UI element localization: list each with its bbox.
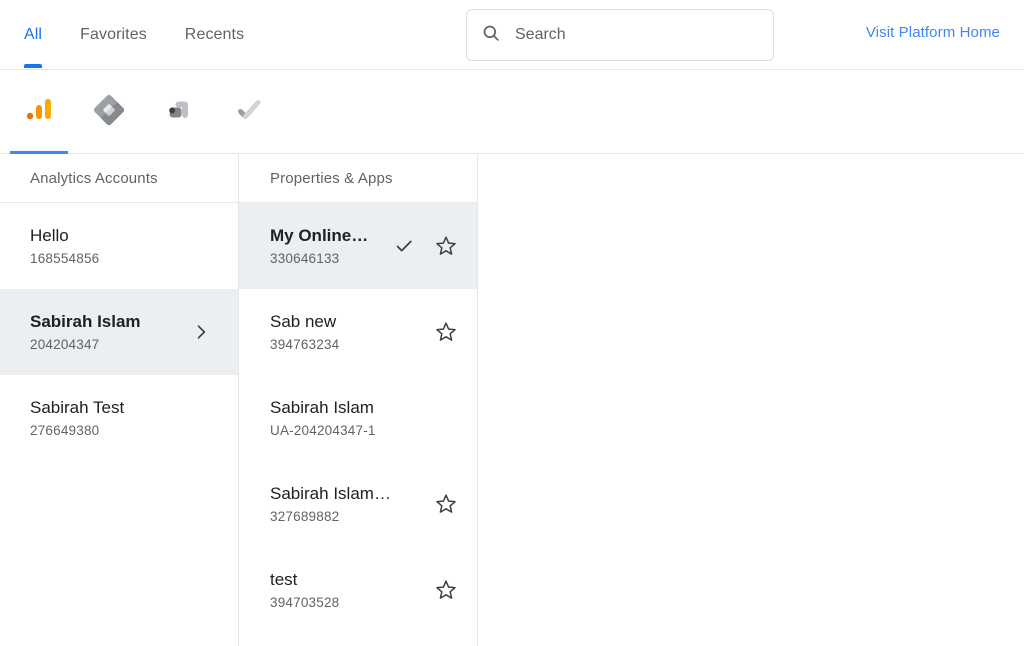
analytics-bar-chart-icon [24, 95, 54, 128]
filter-tabs: All Favorites Recents [0, 0, 282, 70]
property-name: Sabirah Islam [270, 397, 374, 417]
properties-column: Properties & Apps My Online… 330646133 S… [239, 154, 478, 646]
tab-all[interactable]: All [24, 0, 43, 70]
property-row-text: Sabirah Islam - … 327689882 [270, 483, 391, 526]
top-bar: All Favorites Recents Visit Platform Ho [0, 0, 1024, 70]
property-row[interactable]: Sab new 394763234 [239, 289, 477, 375]
favorite-star-icon[interactable] [433, 577, 459, 603]
property-row-actions [391, 319, 467, 345]
account-id: 168554856 [30, 250, 100, 266]
product-tab-bar [0, 70, 1024, 210]
product-tab-surveys[interactable] [220, 70, 278, 154]
search-box[interactable] [466, 9, 774, 61]
optimize-icon [164, 95, 194, 128]
property-id: 330646133 [270, 250, 340, 266]
account-name: Sabirah Islam [30, 311, 141, 331]
check-icon-placeholder [391, 577, 417, 603]
search-container [466, 9, 774, 61]
property-row-actions [391, 233, 467, 259]
product-tab-tag-manager[interactable] [80, 70, 138, 154]
product-tab-optimize[interactable] [150, 70, 208, 154]
tab-recents-label: Recents [184, 26, 245, 43]
views-column [478, 154, 1024, 646]
property-id: 394763234 [270, 336, 340, 352]
account-row-text: Sabirah Test 276649380 [30, 397, 228, 440]
account-picker-app: All Favorites Recents Visit Platform Ho [0, 0, 1024, 646]
search-icon [481, 23, 501, 48]
search-input[interactable] [515, 26, 759, 44]
favorite-star-icon[interactable] [433, 491, 459, 517]
picker-columns: Analytics Accounts Hello 168554856 Sabir… [0, 154, 1024, 646]
properties-column-header: Properties & Apps [239, 154, 477, 203]
property-row-actions [391, 577, 467, 603]
property-row[interactable]: Sabirah Islam - … 327689882 [239, 461, 477, 547]
accounts-column-header: Analytics Accounts [0, 154, 238, 203]
account-id: 276649380 [30, 422, 100, 438]
checkmark-icon [233, 94, 265, 129]
chevron-right-icon[interactable] [188, 319, 214, 345]
check-icon [391, 233, 417, 259]
tab-all-label: All [24, 26, 43, 43]
account-id: 204204347 [30, 336, 100, 352]
property-id: UA-204204347-1 [270, 422, 376, 438]
property-row[interactable]: My Online… 330646133 [239, 203, 477, 289]
property-row-text: My Online… 330646133 [270, 225, 391, 268]
property-name: Sab new [270, 311, 337, 331]
tab-favorites[interactable]: Favorites [80, 0, 147, 70]
property-row[interactable]: test 394703528 [239, 547, 477, 633]
property-row-text: Sabirah Islam UA-204204347-1 [270, 397, 467, 440]
property-row-actions [391, 491, 467, 517]
account-row-text: Hello 168554856 [30, 225, 228, 268]
property-row-text: test 394703528 [270, 569, 391, 612]
account-name: Hello [30, 225, 69, 245]
tab-favorites-label: Favorites [80, 26, 147, 43]
account-row[interactable]: Sabirah Islam 204204347 [0, 289, 238, 375]
property-row[interactable]: Sabirah Islam UA-204204347-1 [239, 375, 477, 461]
tag-manager-diamond-icon [93, 94, 126, 128]
account-row-text: Sabirah Islam 204204347 [30, 311, 188, 354]
favorite-star-icon[interactable] [433, 319, 459, 345]
property-row-text: Sab new 394763234 [270, 311, 391, 354]
check-icon-placeholder [391, 491, 417, 517]
property-name: test [270, 569, 298, 589]
account-row[interactable]: Hello 168554856 [0, 203, 238, 289]
property-id: 394703528 [270, 594, 340, 610]
property-name: Sabirah Islam - … [270, 483, 391, 503]
accounts-column: Analytics Accounts Hello 168554856 Sabir… [0, 154, 239, 646]
property-name: My Online… [270, 225, 369, 245]
product-tab-analytics[interactable] [10, 70, 68, 154]
favorite-star-icon[interactable] [433, 233, 459, 259]
check-icon-placeholder [391, 319, 417, 345]
tab-recents[interactable]: Recents [185, 0, 244, 70]
property-id: 327689882 [270, 508, 340, 524]
account-row[interactable]: Sabirah Test 276649380 [0, 375, 238, 461]
account-name: Sabirah Test [30, 397, 125, 417]
visit-platform-home-link[interactable]: Visit Platform Home [866, 24, 1000, 41]
